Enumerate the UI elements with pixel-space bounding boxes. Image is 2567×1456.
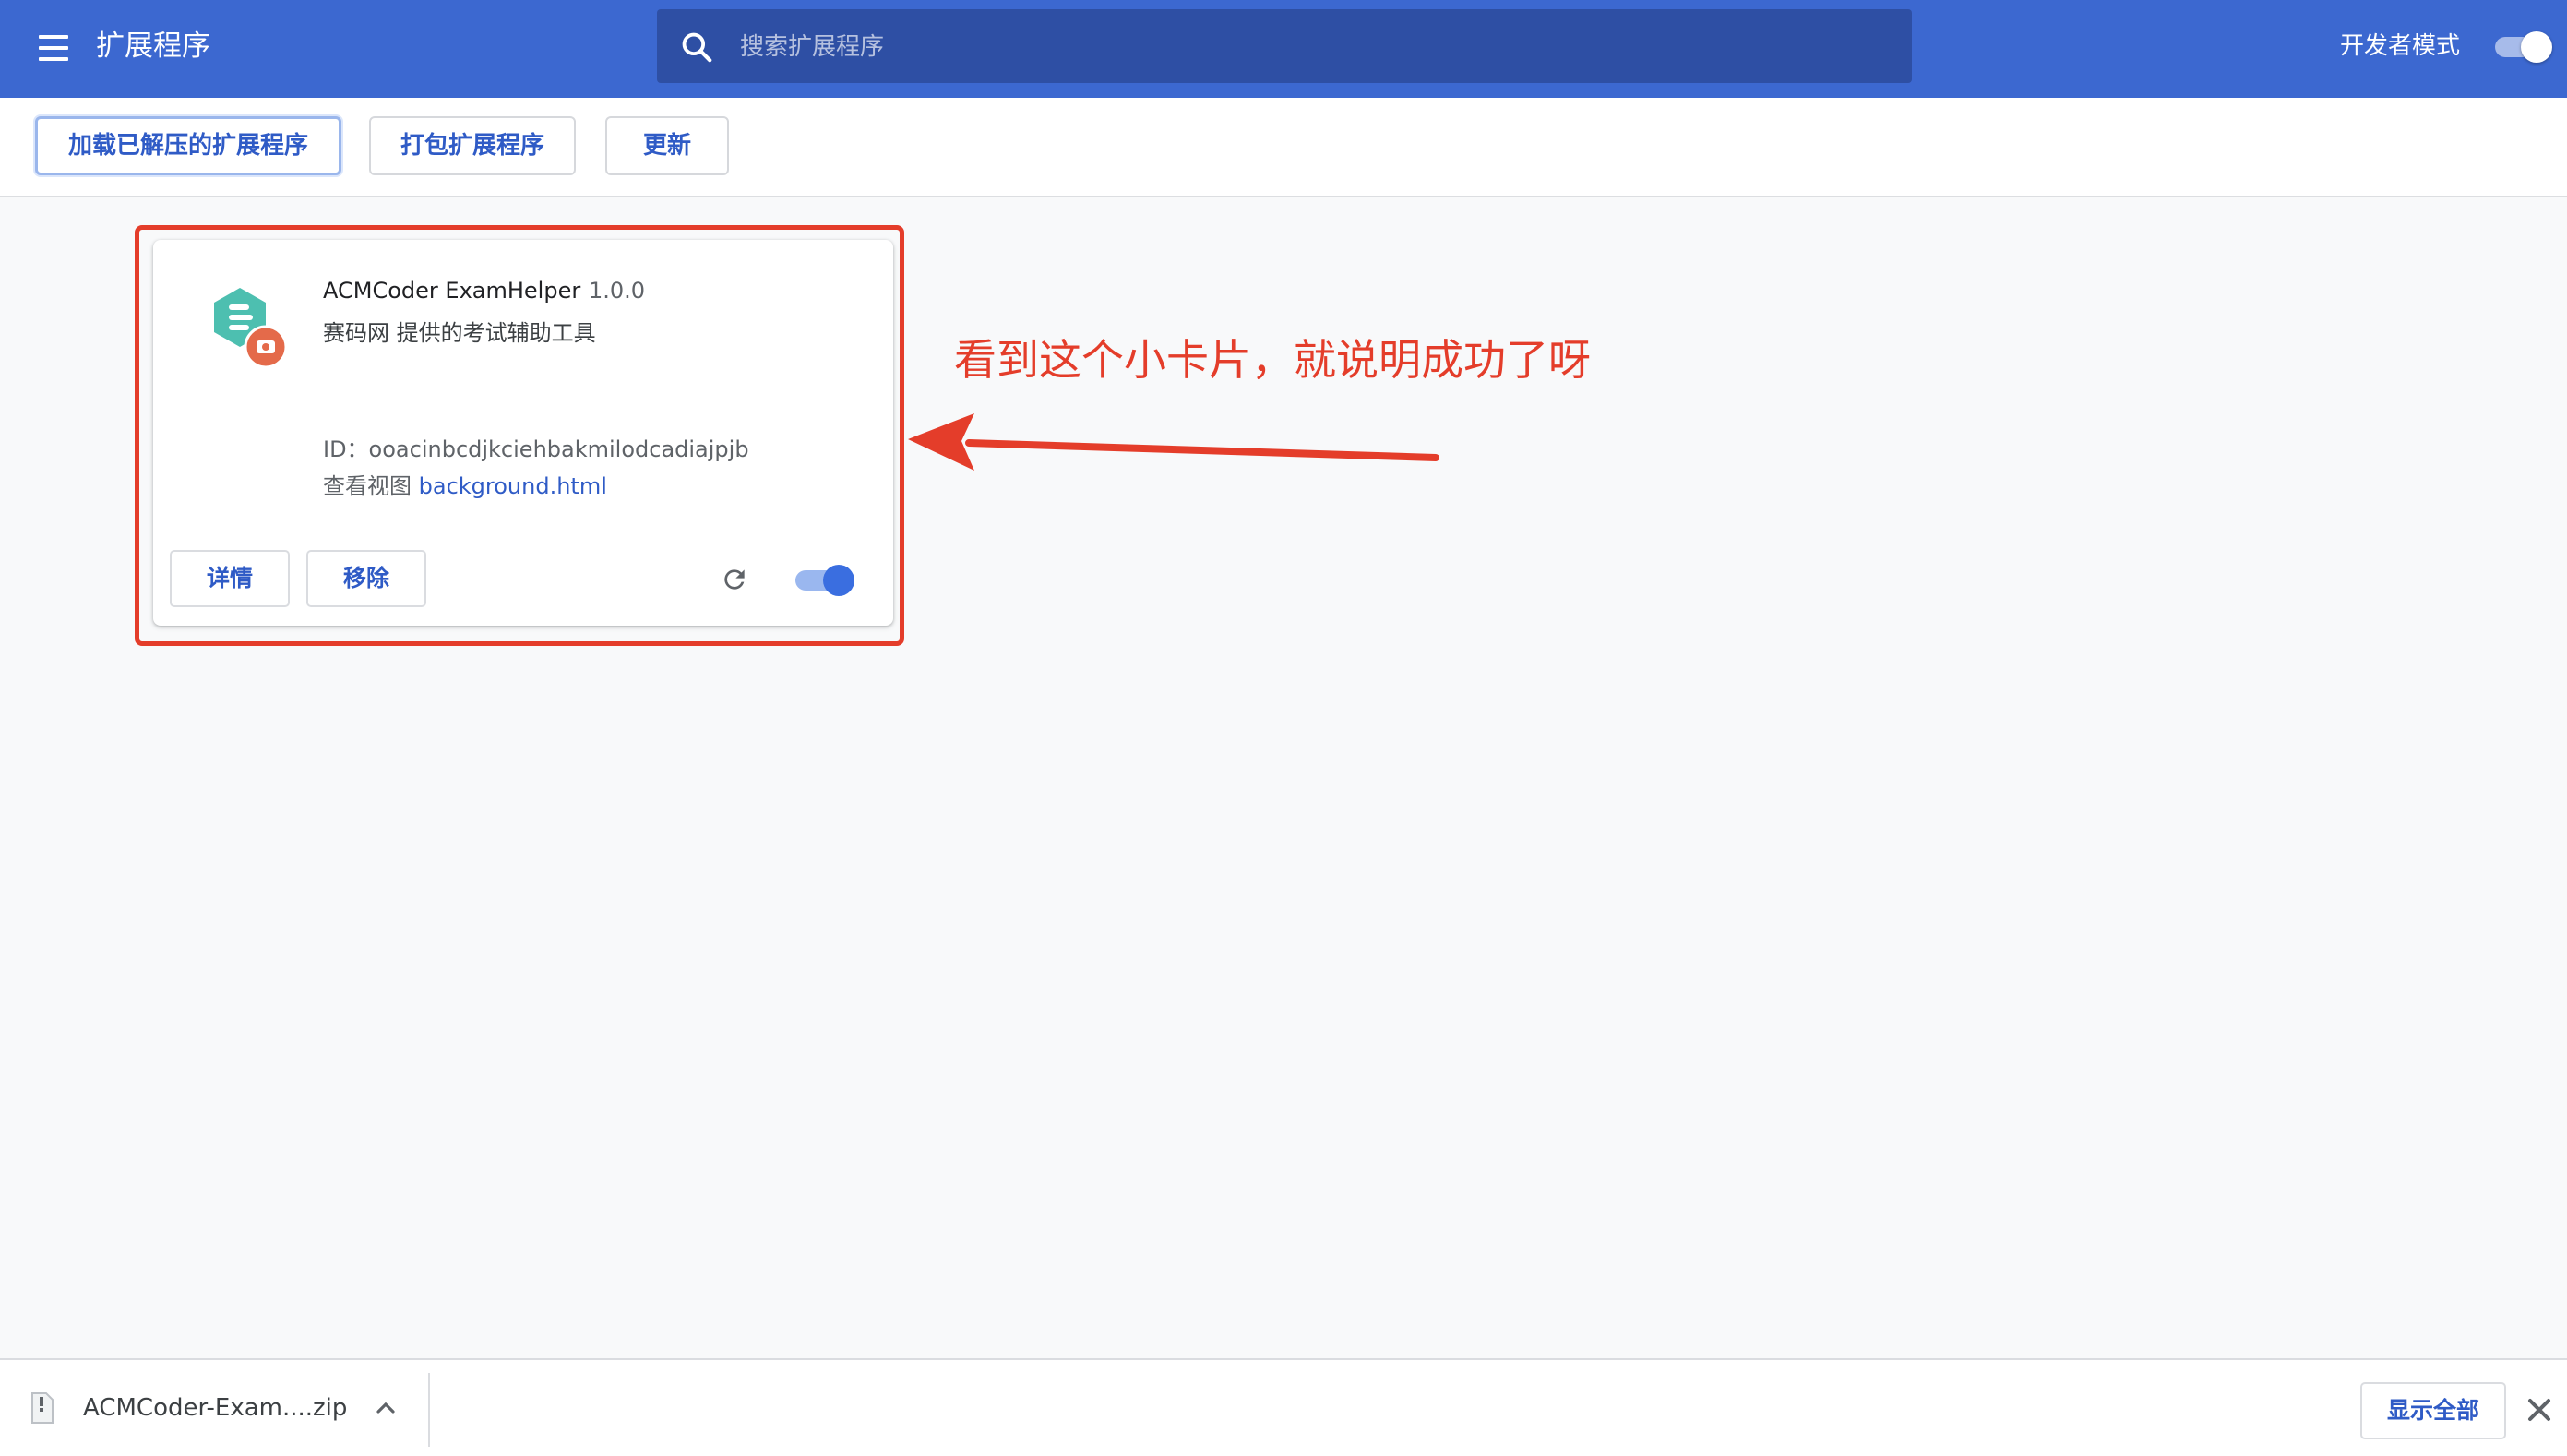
developer-mode-toggle[interactable] xyxy=(2493,30,2552,63)
page-title: 扩展程序 xyxy=(96,30,210,63)
extension-description: 赛码网 提供的考试辅助工具 xyxy=(323,320,596,346)
load-unpacked-button[interactable]: 加载已解压的扩展程序 xyxy=(35,116,341,175)
extensions-header: 扩展程序 开发者模式 xyxy=(0,0,2567,98)
update-button[interactable]: 更新 xyxy=(605,116,729,175)
show-all-button[interactable]: 显示全部 xyxy=(2360,1382,2506,1439)
pack-extension-button[interactable]: 打包扩展程序 xyxy=(369,116,576,175)
details-button[interactable]: 详情 xyxy=(170,550,290,607)
extension-version: 1.0.0 xyxy=(589,278,646,304)
download-filename[interactable]: ACMCoder-Exam....zip xyxy=(83,1390,347,1426)
remove-button[interactable]: 移除 xyxy=(306,550,426,607)
divider xyxy=(428,1373,430,1447)
extension-card: ACMCoder ExamHelper 1.0.0 赛码网 提供的考试辅助工具 … xyxy=(153,240,893,626)
inspect-views: 查看视图 background.html xyxy=(323,471,607,502)
hamburger-menu-icon[interactable] xyxy=(35,30,76,66)
reload-icon[interactable] xyxy=(720,565,749,594)
extension-name: ACMCoder ExamHelper xyxy=(323,278,581,304)
annotation-text: 看到这个小卡片，就说明成功了呀 xyxy=(954,335,1591,385)
search-input[interactable] xyxy=(738,9,1886,85)
background-page-link[interactable]: background.html xyxy=(419,473,607,499)
extension-id: ID：ooacinbcdjkciehbakmilodcadiajpjb xyxy=(323,436,749,462)
search-box[interactable] xyxy=(657,9,1912,85)
extension-enable-toggle[interactable] xyxy=(795,563,856,596)
file-icon xyxy=(31,1392,54,1424)
annotation-arrow-icon xyxy=(908,413,1439,471)
inspect-views-label: 查看视图 xyxy=(323,473,412,499)
developer-mode-label: 开发者模式 xyxy=(2340,32,2461,60)
download-shelf: ACMCoder-Exam....zip 显示全部 xyxy=(0,1358,2567,1456)
extension-logo-icon xyxy=(214,288,288,369)
chevron-up-icon[interactable] xyxy=(371,1393,400,1423)
developer-toolbar: 加载已解压的扩展程序 打包扩展程序 更新 xyxy=(0,98,2567,197)
search-icon xyxy=(682,32,712,63)
close-icon[interactable] xyxy=(2521,1391,2558,1428)
